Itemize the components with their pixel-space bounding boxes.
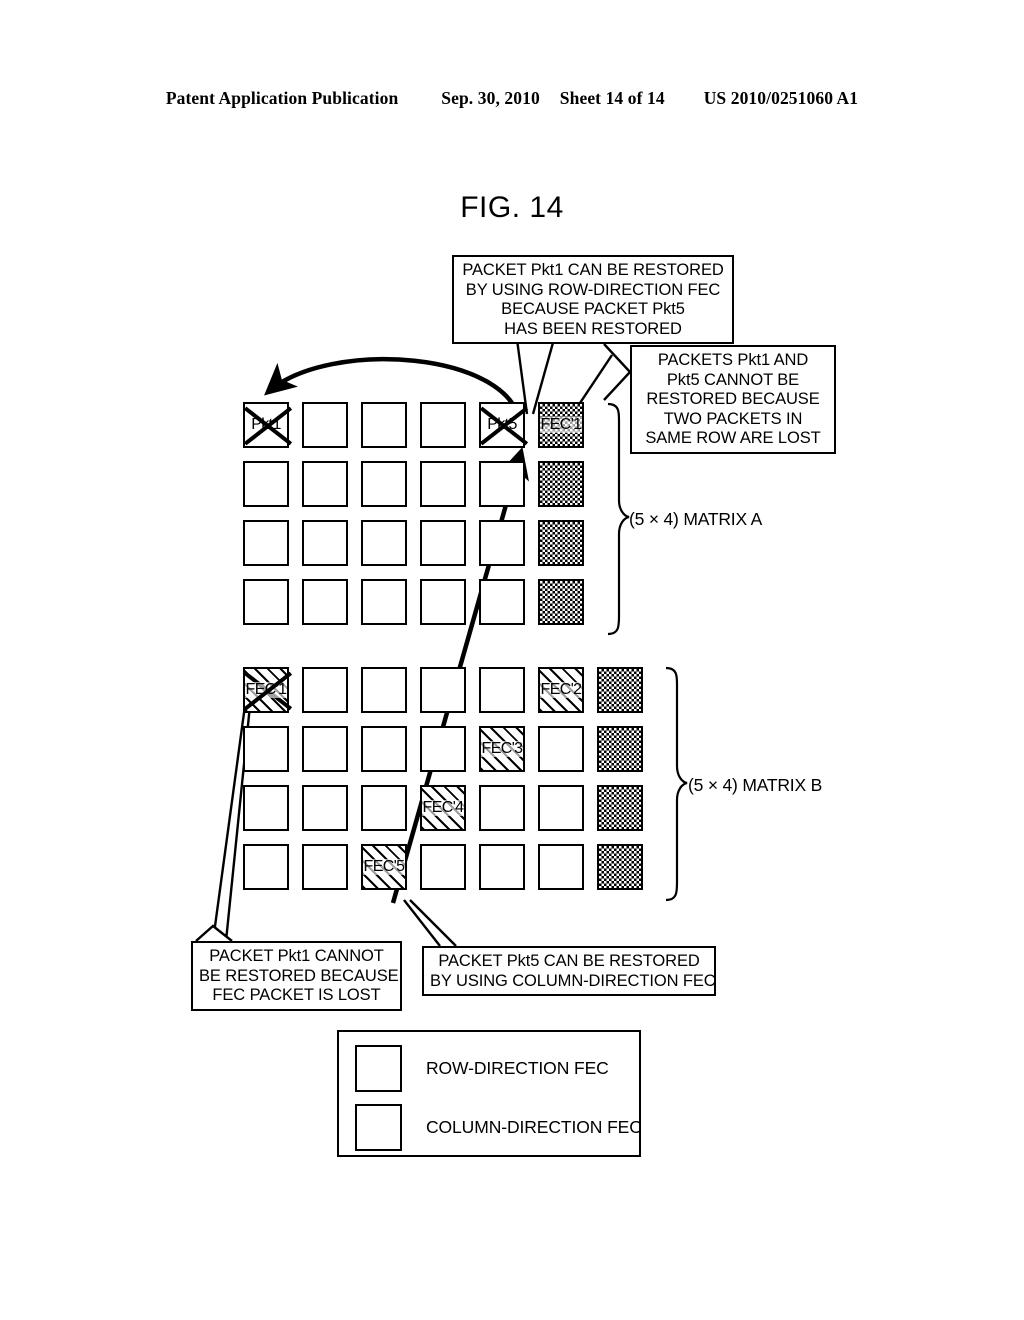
matrix-b-cell-r4-c4 (420, 844, 466, 890)
matrix-b-cell-r4-c3: FEC'5 (361, 844, 407, 890)
matrix-a-cell-r3-c3 (361, 520, 407, 566)
row-fec-swatch-icon (355, 1045, 402, 1092)
matrix-b-cell-r2-c7 (597, 726, 643, 772)
callout-top-line-3: BECAUSE PACKET Pkt5 (501, 300, 685, 318)
matrix-b-cell-r4-c6 (538, 844, 584, 890)
matrix-b-cell-r1-c2 (302, 667, 348, 713)
callout-bottom-right-line-2: BY USING COLUMN-DIRECTION FEC (430, 971, 716, 990)
matrix-b-cell-r4-c1 (243, 844, 289, 890)
matrix-a-cell-r1-c4 (420, 402, 466, 448)
cell-label: FEC'3 (481, 740, 523, 757)
legend-item-column-fec-label: COLUMN-DIRECTION FEC (426, 1117, 642, 1137)
cell-label: FEC'2 (540, 681, 582, 698)
matrix-a-cell-r4-c2 (302, 579, 348, 625)
callout-top-line-2: BY USING ROW-DIRECTION FEC (465, 280, 721, 299)
legend-box: ROW-DIRECTION FEC COLUMN-DIRECTION FEC (337, 1030, 642, 1157)
matrix-b-cell-r1-c3 (361, 667, 407, 713)
matrix-a-cell-r3-c1 (243, 520, 289, 566)
matrix-a-cell-r1-c5: Pkt5 (479, 402, 525, 448)
matrix-a-cell-r3-c4 (420, 520, 466, 566)
matrix-b-cell-r2-c6 (538, 726, 584, 772)
matrix-b-cell-r3-c3 (361, 785, 407, 831)
matrix-a-cell-r4-c4 (420, 579, 466, 625)
matrix-b-cell-r4-c2 (302, 844, 348, 890)
leader-bottomleft-notch (195, 924, 233, 942)
matrix-b-cell-r4-c5 (479, 844, 525, 890)
matrix-b-cell-r1-c4 (420, 667, 466, 713)
callout-right-line-4: TWO PACKETS IN (663, 409, 803, 428)
brace-matrix-a (607, 402, 630, 636)
cell-label: FEC'5 (363, 858, 405, 875)
callout-bottom-left-line-2: BE RESTORED BECAUSE (199, 966, 399, 985)
callout-bottom-right-line-1: PACKET Pkt5 CAN BE RESTORED (438, 952, 700, 970)
matrix-b-cell-r4-c7 (597, 844, 643, 890)
matrix-a-cell-r1-c2 (302, 402, 348, 448)
callout-bottom-left: PACKET Pkt1 CANNOT BE RESTORED BECAUSE F… (191, 941, 402, 1011)
callout-top-line-1: PACKET Pkt1 CAN BE RESTORED (462, 261, 724, 279)
cell-label: Pkt5 (487, 416, 517, 433)
matrix-b-cell-r2-c5: FEC'3 (479, 726, 525, 772)
matrix-a-cell-r3-c6 (538, 520, 584, 566)
matrix-b-cell-r3-c6 (538, 785, 584, 831)
matrix-a-cell-r1-c1: Pkt1 (243, 402, 289, 448)
callout-right-line-2: Pkt5 CANNOT BE (666, 370, 800, 389)
callout-right-line-5: SAME ROW ARE LOST (645, 429, 821, 447)
matrix-b-cell-r2-c1 (243, 726, 289, 772)
matrix-a-cell-r1-c3 (361, 402, 407, 448)
matrix-b-cell-r3-c5 (479, 785, 525, 831)
matrix-a-cell-r3-c5 (479, 520, 525, 566)
cell-label: FEC'4 (422, 799, 464, 816)
matrix-b-label: (5 × 4) MATRIX B (688, 775, 823, 795)
legend-item-row-fec: ROW-DIRECTION FEC (355, 1045, 609, 1092)
leader-right-callout-to-fec1 (603, 343, 631, 401)
matrix-b-cell-r3-c1 (243, 785, 289, 831)
leader-bottomright-callout-a (403, 899, 441, 947)
matrix-a-cell-r2-c2 (302, 461, 348, 507)
matrix-a-cell-r2-c4 (420, 461, 466, 507)
matrix-b-cell-r1-c6: FEC'2 (538, 667, 584, 713)
matrix-b-cell-r3-c2 (302, 785, 348, 831)
matrix-b-cell-r1-c1: FEC'1 (243, 667, 289, 713)
figure-drawing-area: PACKET Pkt1 CAN BE RESTORED BY USING ROW… (0, 0, 1024, 1320)
leader-bottomright-callout-b (409, 899, 457, 947)
matrix-a-cell-r4-c3 (361, 579, 407, 625)
matrix-a-cell-r4-c5 (479, 579, 525, 625)
matrix-b-cell-r3-c4: FEC'4 (420, 785, 466, 831)
callout-bottom-left-line-1: PACKET Pkt1 CANNOT (209, 947, 384, 965)
matrix-b-cell-r1-c5 (479, 667, 525, 713)
leader-right-callout-tail (577, 354, 613, 407)
matrix-a-cell-r2-c5 (479, 461, 525, 507)
brace-matrix-b (665, 666, 688, 902)
cell-label: Pkt1 (251, 416, 281, 433)
matrix-a-cell-r1-c6: FEC'1 (538, 402, 584, 448)
legend-item-row-fec-label: ROW-DIRECTION FEC (426, 1058, 609, 1078)
callout-top-line-4: HAS BEEN RESTORED (504, 319, 682, 338)
matrix-a-label: (5 × 4) MATRIX A (629, 509, 763, 529)
matrix-b-cell-r3-c7 (597, 785, 643, 831)
matrix-a-cell-r4-c1 (243, 579, 289, 625)
matrix-a-cell-r3-c2 (302, 520, 348, 566)
callout-right-line-1: PACKETS Pkt1 AND (657, 351, 809, 369)
matrix-a-cell-r2-c1 (243, 461, 289, 507)
matrix-b-cell-r2-c2 (302, 726, 348, 772)
callout-bottom-right: PACKET Pkt5 CAN BE RESTORED BY USING COL… (422, 946, 716, 996)
matrix-b-cell-r2-c4 (420, 726, 466, 772)
cell-label: FEC'1 (245, 681, 287, 698)
callout-right: PACKETS Pkt1 AND Pkt5 CANNOT BE RESTORED… (630, 345, 836, 454)
matrix-a-cell-r2-c3 (361, 461, 407, 507)
legend-item-column-fec: COLUMN-DIRECTION FEC (355, 1104, 642, 1151)
matrix-a-cell-r4-c6 (538, 579, 584, 625)
matrix-b-cell-r1-c7 (597, 667, 643, 713)
cell-label: FEC'1 (540, 416, 582, 433)
matrix-b-cell-r2-c3 (361, 726, 407, 772)
callout-right-line-3: RESTORED BECAUSE (646, 390, 820, 408)
matrix-a-cell-r2-c6 (538, 461, 584, 507)
callout-top: PACKET Pkt1 CAN BE RESTORED BY USING ROW… (452, 255, 734, 344)
column-fec-swatch-icon (355, 1104, 402, 1151)
callout-bottom-left-line-3: FEC PACKET IS LOST (212, 986, 381, 1004)
